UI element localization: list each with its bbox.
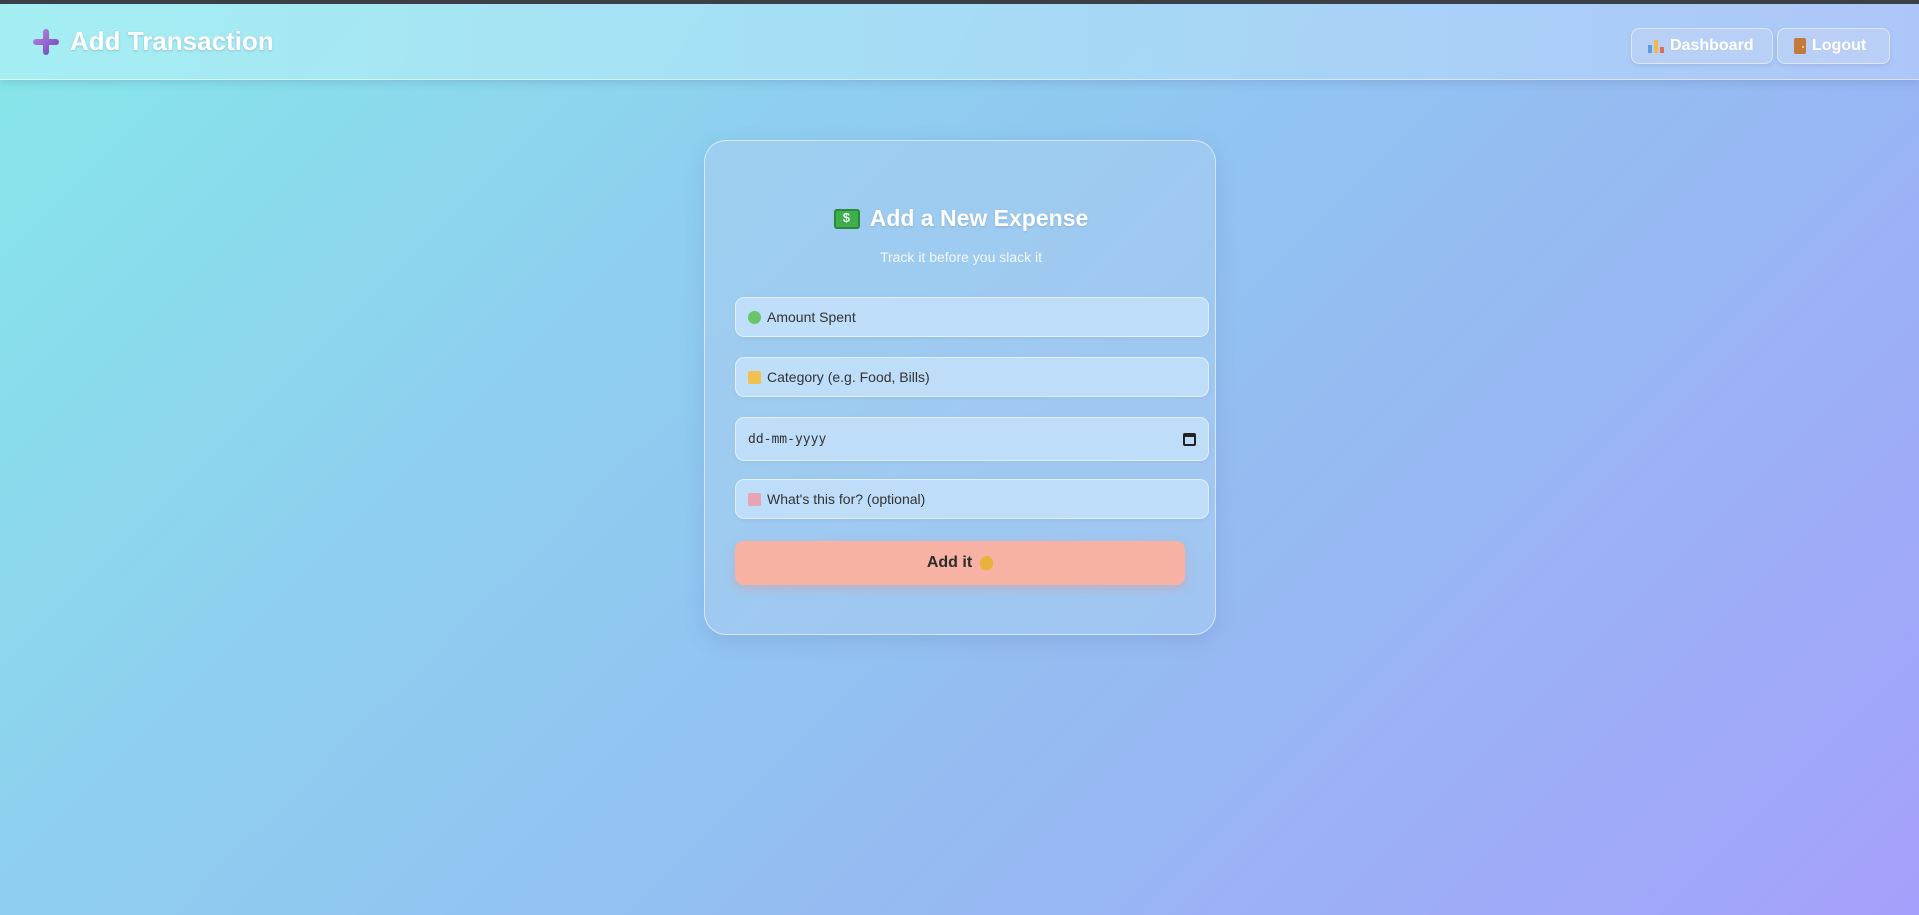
dashboard-button[interactable]: Dashboard [1631, 28, 1773, 64]
door-icon [1794, 38, 1806, 54]
amount-placeholder: Amount Spent [767, 309, 856, 325]
date-input[interactable]: dd-mm-yyyy [735, 417, 1209, 461]
page-title: Add Transaction [70, 26, 274, 56]
category-input[interactable]: Category (e.g. Food, Bills) [735, 357, 1209, 397]
add-expense-button[interactable]: Add it [735, 541, 1185, 585]
category-placeholder: Category (e.g. Food, Bills) [767, 369, 930, 385]
money-icon [833, 208, 860, 229]
memo-icon [748, 492, 761, 506]
calendar-icon[interactable] [1183, 433, 1196, 446]
note-input[interactable]: What's this for? (optional) [735, 479, 1209, 519]
bar-chart-icon [1648, 39, 1664, 53]
top-navbar: Add Transaction Dashboard Logout [0, 4, 1919, 80]
logout-button[interactable]: Logout [1777, 28, 1890, 64]
form-title-text: Add a New Expense [869, 205, 1089, 231]
logout-label: Logout [1812, 37, 1867, 54]
date-placeholder: dd-mm-yyyy [748, 431, 827, 447]
form-subtitle: Track it before you slack it [705, 249, 1217, 265]
dashboard-label: Dashboard [1670, 37, 1754, 54]
money-flying-icon [748, 310, 761, 324]
plus-icon [32, 28, 60, 56]
form-subtitle-text: Track it before you slack it [879, 249, 1043, 265]
folder-icon [748, 370, 761, 384]
brand: Add Transaction [32, 26, 274, 57]
add-expense-label: Add it [926, 554, 973, 571]
money-bag-icon [980, 556, 994, 570]
amount-input[interactable]: Amount Spent [735, 297, 1209, 337]
form-title: Add a New Expense [705, 205, 1217, 232]
note-placeholder: What's this for? (optional) [767, 491, 926, 507]
expense-form-card: Add a New Expense Track it before you sl… [704, 140, 1216, 635]
